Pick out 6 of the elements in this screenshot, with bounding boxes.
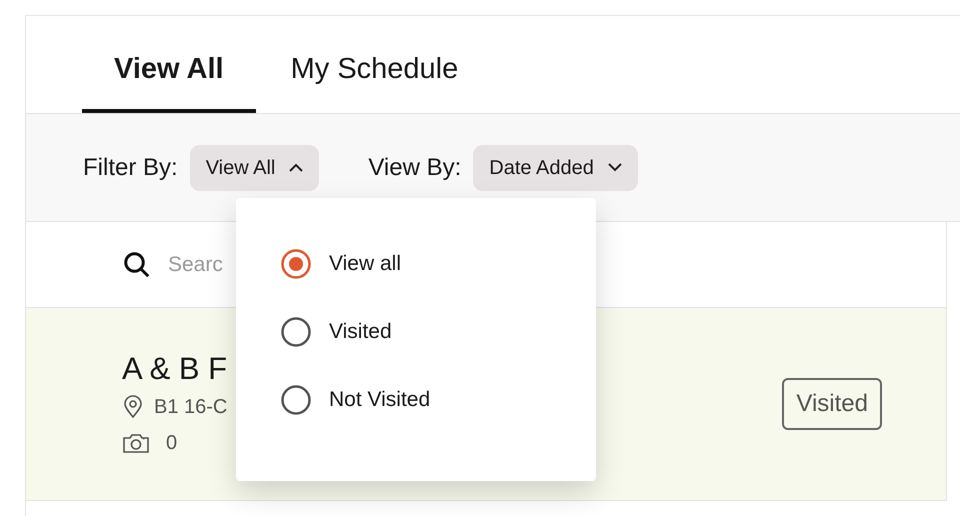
view-label: View By: [368,152,462,182]
location-name: A & B F [122,350,228,388]
filter-label: Filter By: [83,152,178,182]
location-address: B1 16-C [154,395,228,420]
photo-count: 0 [166,431,178,456]
status-badge: Visited [782,378,882,430]
